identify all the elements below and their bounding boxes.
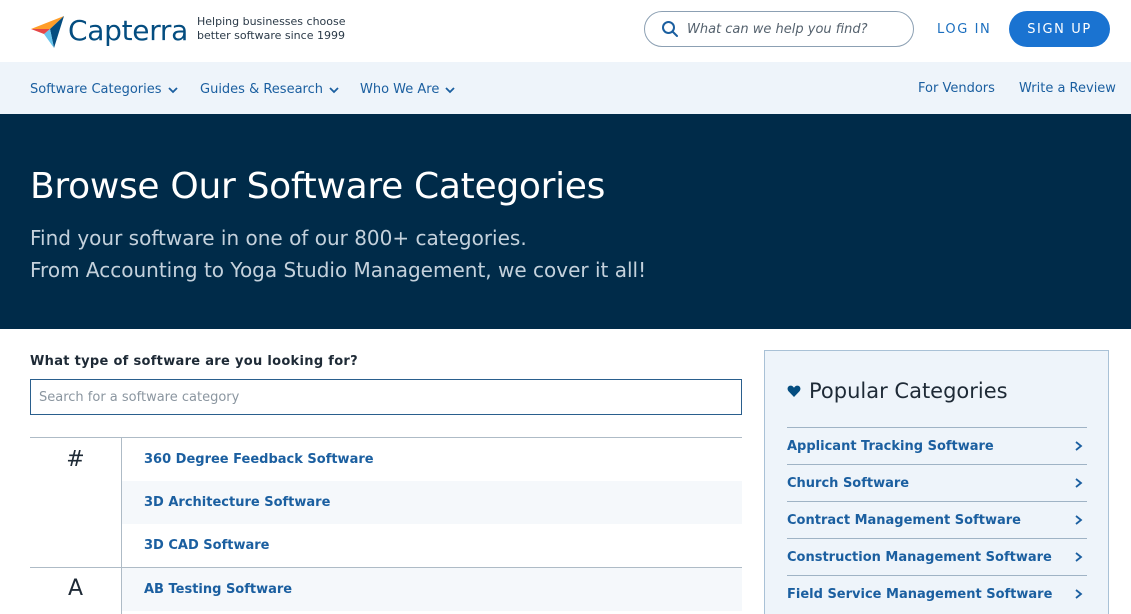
category-link[interactable]: AB Testing Software <box>122 568 742 611</box>
category-link[interactable]: 360 Degree Feedback Software <box>122 438 742 481</box>
nav-guides-research[interactable]: Guides & Research <box>200 82 339 97</box>
chevron-down-icon <box>329 86 339 93</box>
nav-item-label: Who We Are <box>360 82 440 97</box>
section-letter-a: A <box>67 576 84 601</box>
popular-category-label: Construction Management Software <box>787 549 1052 565</box>
section-letter-hash: # <box>66 447 85 472</box>
hero-banner: Browse Our Software Categories Find your… <box>0 114 1131 329</box>
global-search[interactable] <box>644 11 914 47</box>
write-review-link[interactable]: Write a Review <box>1019 81 1116 96</box>
popular-category-link[interactable]: Church Software <box>787 464 1087 501</box>
nav-item-label: Software Categories <box>30 82 162 97</box>
tagline-line-1: Helping businesses choose <box>197 15 346 28</box>
category-link[interactable]: 3D Architecture Software <box>122 481 742 524</box>
brand-name: Capterra <box>68 13 188 47</box>
chevron-right-icon <box>1075 552 1083 562</box>
category-search-label: What type of software are you looking fo… <box>30 354 358 369</box>
popular-categories-title: Popular Categories <box>787 379 1008 403</box>
popular-category-link[interactable]: Contract Management Software <box>787 501 1087 538</box>
hero-subtitle-line-1: Find your software in one of our 800+ ca… <box>30 226 527 250</box>
main-nav: Software Categories Guides & Research Wh… <box>0 62 1131 114</box>
popular-category-link[interactable]: Construction Management Software <box>787 538 1087 575</box>
popular-category-label: Field Service Management Software <box>787 586 1053 602</box>
tagline-line-2: better software since 1999 <box>197 29 345 42</box>
login-link[interactable]: LOG IN <box>937 22 991 37</box>
chevron-right-icon <box>1075 478 1083 488</box>
for-vendors-link[interactable]: For Vendors <box>918 81 995 96</box>
category-search-input[interactable] <box>30 379 742 415</box>
capterra-logo[interactable]: Capterra <box>30 12 188 48</box>
signup-button[interactable]: SIGN UP <box>1009 11 1110 47</box>
chevron-right-icon <box>1075 441 1083 451</box>
heart-icon <box>787 385 801 397</box>
nav-who-we-are[interactable]: Who We Are <box>360 82 455 97</box>
capterra-arrow-icon <box>31 16 64 48</box>
chevron-right-icon <box>1075 515 1083 525</box>
popular-category-link[interactable]: Field Service Management Software <box>787 575 1087 612</box>
chevron-down-icon <box>167 86 178 93</box>
chevron-down-icon <box>445 86 455 93</box>
popular-category-link[interactable]: Applicant Tracking Software <box>787 427 1087 464</box>
category-link[interactable]: 3D CAD Software <box>122 524 742 567</box>
popular-category-label: Church Software <box>787 475 910 491</box>
tagline: Helping businesses choose better softwar… <box>197 15 357 43</box>
page-title: Browse Our Software Categories <box>30 166 606 207</box>
popular-category-label: Contract Management Software <box>787 512 1021 528</box>
chevron-right-icon <box>1075 589 1083 599</box>
popular-title-text: Popular Categories <box>809 379 1008 403</box>
global-search-input[interactable] <box>687 21 902 37</box>
search-icon <box>662 21 678 37</box>
popular-categories-panel: Popular Categories Applicant Tracking So… <box>764 350 1109 614</box>
nav-item-label: Guides & Research <box>200 82 323 97</box>
top-header: Capterra Helping businesses choose bette… <box>0 0 1131 62</box>
nav-software-categories[interactable]: Software Categories <box>30 82 178 97</box>
popular-category-label: Applicant Tracking Software <box>787 438 994 454</box>
hero-subtitle-line-2: From Accounting to Yoga Studio Managemen… <box>30 258 647 282</box>
